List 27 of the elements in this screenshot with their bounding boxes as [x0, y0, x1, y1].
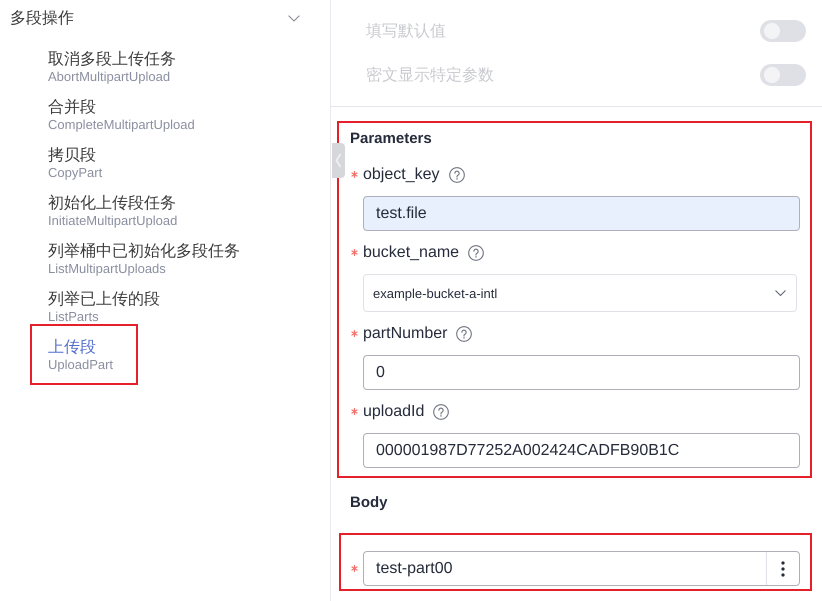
kebab-icon: [781, 560, 785, 576]
help-icon[interactable]: [456, 326, 472, 342]
sidebar-item[interactable]: 上传段 UploadPart: [48, 332, 114, 380]
collapse-handle-icon[interactable]: [332, 143, 345, 178]
field-label: partNumber: [363, 324, 448, 342]
sidebar-item[interactable]: 合并段 CompleteMultipartUpload: [48, 92, 195, 140]
chevron-down-icon: [775, 290, 786, 296]
sidebar-item[interactable]: 列举已上传的段 ListParts: [48, 284, 160, 332]
section-title: Body: [350, 493, 388, 513]
sidebar-item[interactable]: 列举桶中已初始化多段任务 ListMultipartUploads: [48, 236, 240, 284]
sidebar-item[interactable]: 初始化上传段任务 InitiateMultipartUpload: [48, 188, 178, 236]
field-label: uploadId: [363, 402, 424, 420]
section-title: Parameters: [350, 129, 432, 149]
text-field[interactable]: 0: [363, 355, 800, 390]
field-label: bucket_name: [363, 244, 460, 262]
help-icon[interactable]: [448, 166, 464, 182]
dropdown-field[interactable]: example-bucket-a-intl: [363, 274, 797, 312]
field-label: object_key: [363, 166, 440, 184]
chevron-down-icon[interactable]: [288, 14, 300, 22]
help-icon[interactable]: [433, 404, 450, 420]
text-field[interactable]: test.file: [363, 196, 800, 231]
help-icon[interactable]: [468, 244, 484, 260]
text-field[interactable]: test-part00: [363, 551, 800, 586]
sidebar-item[interactable]: 拷贝段 CopyPart: [48, 140, 102, 188]
sidebar-item[interactable]: 取消多段上传任务 AbortMultipartUpload: [48, 44, 176, 92]
group-title[interactable]: 多段操作: [10, 8, 74, 28]
text-field[interactable]: 000001987D77252A002424CADFB90B1C: [363, 433, 800, 468]
